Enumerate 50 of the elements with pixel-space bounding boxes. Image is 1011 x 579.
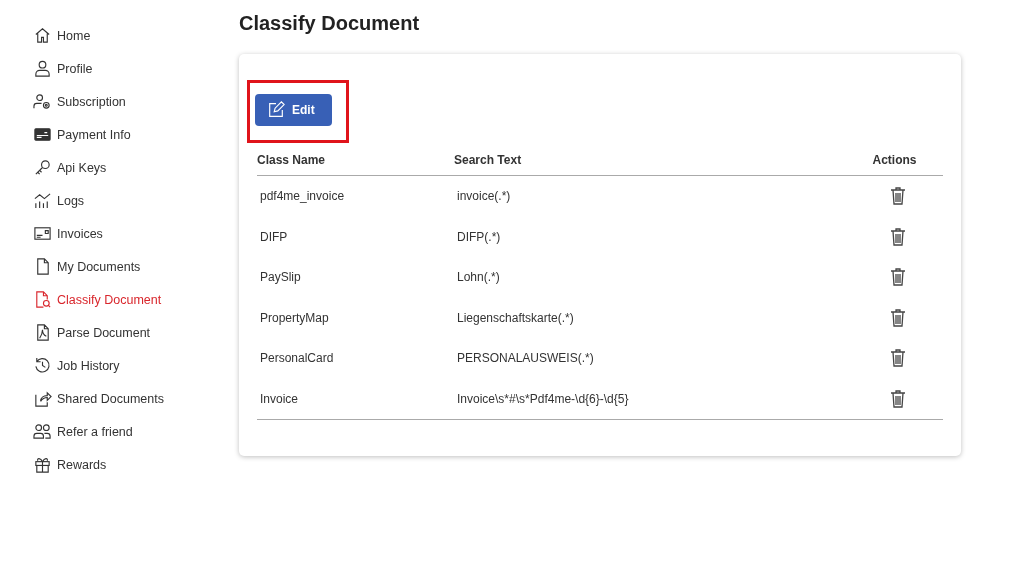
home-icon	[33, 26, 52, 45]
table-cell-text: PaySlip	[259, 269, 302, 287]
sidebar-item[interactable]: Invoices	[0, 217, 239, 250]
sidebar-item[interactable]: Refer a friend	[0, 415, 239, 448]
key-icon	[33, 158, 52, 177]
sidebar-item[interactable]: Logs	[0, 184, 239, 217]
table-cell-text: PERSONALAUSWEIS(.*)	[456, 350, 595, 368]
sidebar-item[interactable]: Classify Document	[0, 283, 239, 316]
sidebar-item[interactable]: Profile	[0, 52, 239, 85]
share-icon	[33, 389, 52, 408]
edit-button[interactable]: Edit	[255, 94, 332, 126]
table-cell-text: DIFP(.*)	[456, 228, 502, 246]
invoice-icon	[33, 224, 52, 243]
sidebar-item[interactable]: Shared Documents	[0, 382, 239, 415]
table-cell-text: Lohn(.*)	[456, 269, 501, 287]
table-cell-text: DIFP	[259, 228, 289, 246]
table-cell-text: Liegenschaftskarte(.*)	[456, 309, 575, 327]
trash-icon[interactable]	[889, 268, 906, 287]
person-icon	[33, 59, 52, 78]
trash-icon[interactable]	[889, 187, 906, 206]
people-icon	[33, 422, 52, 441]
sidebar-item[interactable]: Api Keys	[0, 151, 239, 184]
sidebar-item[interactable]: My Documents	[0, 250, 239, 283]
table-cell-text: PersonalCard	[259, 350, 335, 368]
sidebar-item[interactable]: Subscription	[0, 85, 239, 118]
trash-icon[interactable]	[889, 349, 906, 368]
file-search-icon	[33, 290, 52, 309]
table-cell: invoice(.*)	[454, 175, 846, 217]
person-gear-icon	[33, 92, 52, 111]
edit-icon	[267, 101, 285, 119]
card-icon	[33, 125, 52, 144]
history-icon	[33, 356, 52, 375]
table-cell: Invoice	[257, 378, 454, 420]
gift-icon	[33, 455, 52, 474]
table-cell: pdf4me_invoice	[257, 175, 454, 217]
chart-icon	[33, 191, 52, 210]
sidebar-item[interactable]: Payment Info	[0, 118, 239, 151]
trash-icon[interactable]	[889, 227, 906, 246]
sidebar-item[interactable]: Parse Document	[0, 316, 239, 349]
column-header: Search Text	[454, 144, 846, 176]
sidebar-item[interactable]: Job History	[0, 349, 239, 382]
column-header: Actions	[846, 144, 943, 176]
trash-icon[interactable]	[889, 308, 906, 327]
table-cell-text: PropertyMap	[259, 309, 330, 327]
sidebar-item[interactable]: Home	[0, 19, 239, 52]
column-header: Class Name	[257, 144, 454, 176]
sidebar-item[interactable]: Rewards	[0, 448, 239, 481]
table-cell: Invoice\s*#\s*Pdf4me-\d{6}-\d{5}	[454, 378, 846, 420]
trash-icon[interactable]	[889, 389, 906, 408]
page-title: Classify Document	[239, 12, 420, 35]
